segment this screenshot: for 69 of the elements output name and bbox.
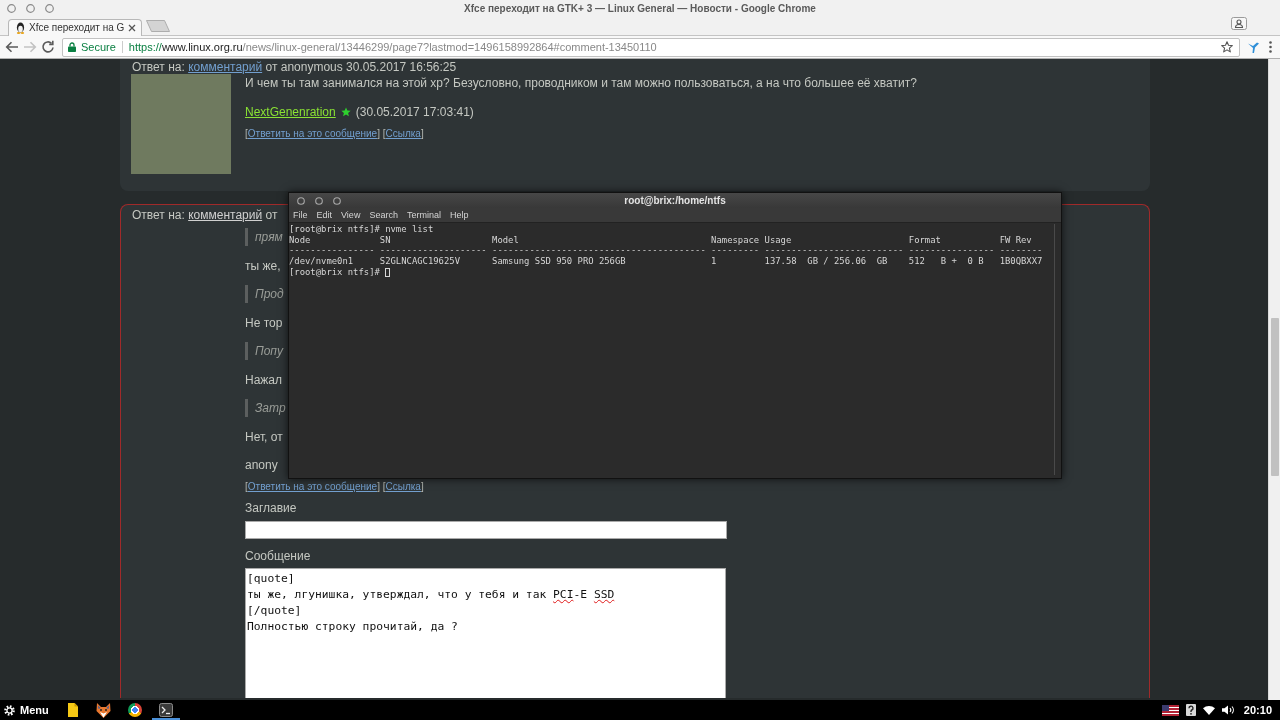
maximize-button[interactable] — [45, 3, 54, 13]
penguin-icon — [16, 22, 25, 34]
url-text[interactable]: https://www.linux.org.ru/news/linux-general/13446299/page7?lastmod=1496158992864#comment-13450110 — [128, 41, 1216, 53]
menu-item[interactable]: Help — [449, 209, 469, 221]
close-icon[interactable] — [128, 24, 137, 32]
bookmark-star-icon[interactable] — [1221, 41, 1233, 53]
comment-actions: [Ответить на это сообщение] [Ссылка] — [245, 126, 424, 141]
gear-icon — [4, 704, 15, 716]
reply-header: Ответ на: комментарий от anonymous 30.05.2017 16:56:25 — [131, 60, 458, 74]
author-link[interactable]: NextGenenration — [245, 102, 336, 121]
menu-item[interactable]: View — [341, 209, 361, 221]
comment-text: И чем ты там занимался на этой xp? Безусловно, проводником и там можно пользоваться, а на что большее её хватит? — [245, 75, 917, 92]
quote-text: Затр — [245, 399, 286, 417]
security-label[interactable]: Secure — [81, 41, 116, 53]
misspelled-word: PCI — [553, 588, 574, 602]
lock-icon — [68, 42, 76, 52]
reload-icon[interactable] — [41, 40, 55, 54]
question-mark-icon[interactable] — [1185, 704, 1196, 716]
terminal-line: [root@brix ntfs]# — [289, 266, 380, 278]
terminal-icon — [158, 703, 173, 717]
comment-text: Нажал — [245, 371, 283, 389]
terminal-line: Node SN Model Namespace Usage Format FW Rev — [289, 234, 1032, 246]
comment-date: (30.05.2017 17:03:41) — [355, 103, 474, 121]
window-title: root@brix:/home/ntfs — [624, 195, 726, 206]
text-cursor-icon — [384, 267, 390, 277]
minimize-button[interactable] — [315, 196, 323, 205]
comment-text: ты же, — [245, 257, 281, 275]
taskbar-button[interactable] — [151, 700, 180, 720]
close-button[interactable] — [7, 3, 16, 13]
comment-link[interactable]: комментарий — [188, 60, 263, 74]
wifi-icon[interactable] — [1202, 705, 1215, 715]
menu-item[interactable]: Search — [369, 209, 398, 221]
profile-icon[interactable] — [1231, 17, 1247, 30]
browser-tab[interactable]: Xfce переходит на G — [8, 19, 143, 36]
menu-button[interactable]: Menu — [0, 700, 55, 720]
author-name: anony — [245, 457, 278, 474]
volume-icon[interactable] — [1221, 705, 1235, 715]
menu-item[interactable]: Terminal — [406, 209, 441, 221]
field-label: Заглавие — [245, 500, 297, 516]
document-icon — [67, 703, 78, 717]
close-button[interactable] — [297, 196, 305, 205]
quote-text: Прод — [245, 285, 284, 303]
maximize-button[interactable] — [333, 196, 341, 205]
menu-icon[interactable] — [1269, 41, 1272, 53]
quote-text: прям — [245, 228, 283, 246]
quote-text: Попу — [245, 342, 283, 360]
fox-icon — [96, 702, 112, 718]
comment-actions: [Ответить на это сообщение] [Ссылка] — [245, 480, 424, 494]
flag-icon[interactable] — [1161, 704, 1179, 716]
comment-text: Нет, от — [245, 428, 283, 446]
field-label: Сообщение — [245, 548, 311, 564]
terminal-line: ---------------- -------------------- ---------------------------------------- --------- -------------------------- ---------------- -------- — [289, 245, 1043, 257]
window-title: Xfce переходит на GTK+ 3 — Linux General — Новости - Google Chrome — [464, 2, 816, 14]
title-input-field[interactable] — [245, 521, 727, 539]
comment-link[interactable]: комментарий — [188, 208, 263, 222]
clock-text: 20:10 — [1243, 704, 1272, 716]
terminal-line: [root@brix ntfs]# nvme list — [289, 224, 434, 235]
minimize-button[interactable] — [26, 3, 35, 13]
terminal-line: /dev/nvme0n1 S2GLNCAGC19625V Samsung SSD 950 PRO 256GB 1 137.58 GB / 256.06 GB 512 B + 0 B 1B0QBXX7 — [289, 256, 1043, 267]
address-bar[interactable]: Secure https://www.linux.org.ru/news/linux-general/13446299/page7?lastmod=1496158992864#comment-13450110 — [62, 37, 1240, 57]
comment-text: Не тор — [245, 314, 283, 332]
misspelled-word: SSD — [593, 588, 615, 602]
scrollbar-thumb[interactable] — [1270, 318, 1279, 476]
y-shape-icon[interactable] — [1248, 41, 1259, 53]
browser-icon — [127, 703, 142, 717]
back-icon[interactable] — [5, 40, 19, 54]
menu-item[interactable]: File — [293, 209, 308, 221]
menu-item[interactable]: Edit — [316, 209, 333, 221]
message-field[interactable]: [quote] ты же, лгунишка, утверждал, что у тебя и так PCI-E SSD [/quote] Полностью строку прочитай, да ? — [245, 568, 726, 698]
